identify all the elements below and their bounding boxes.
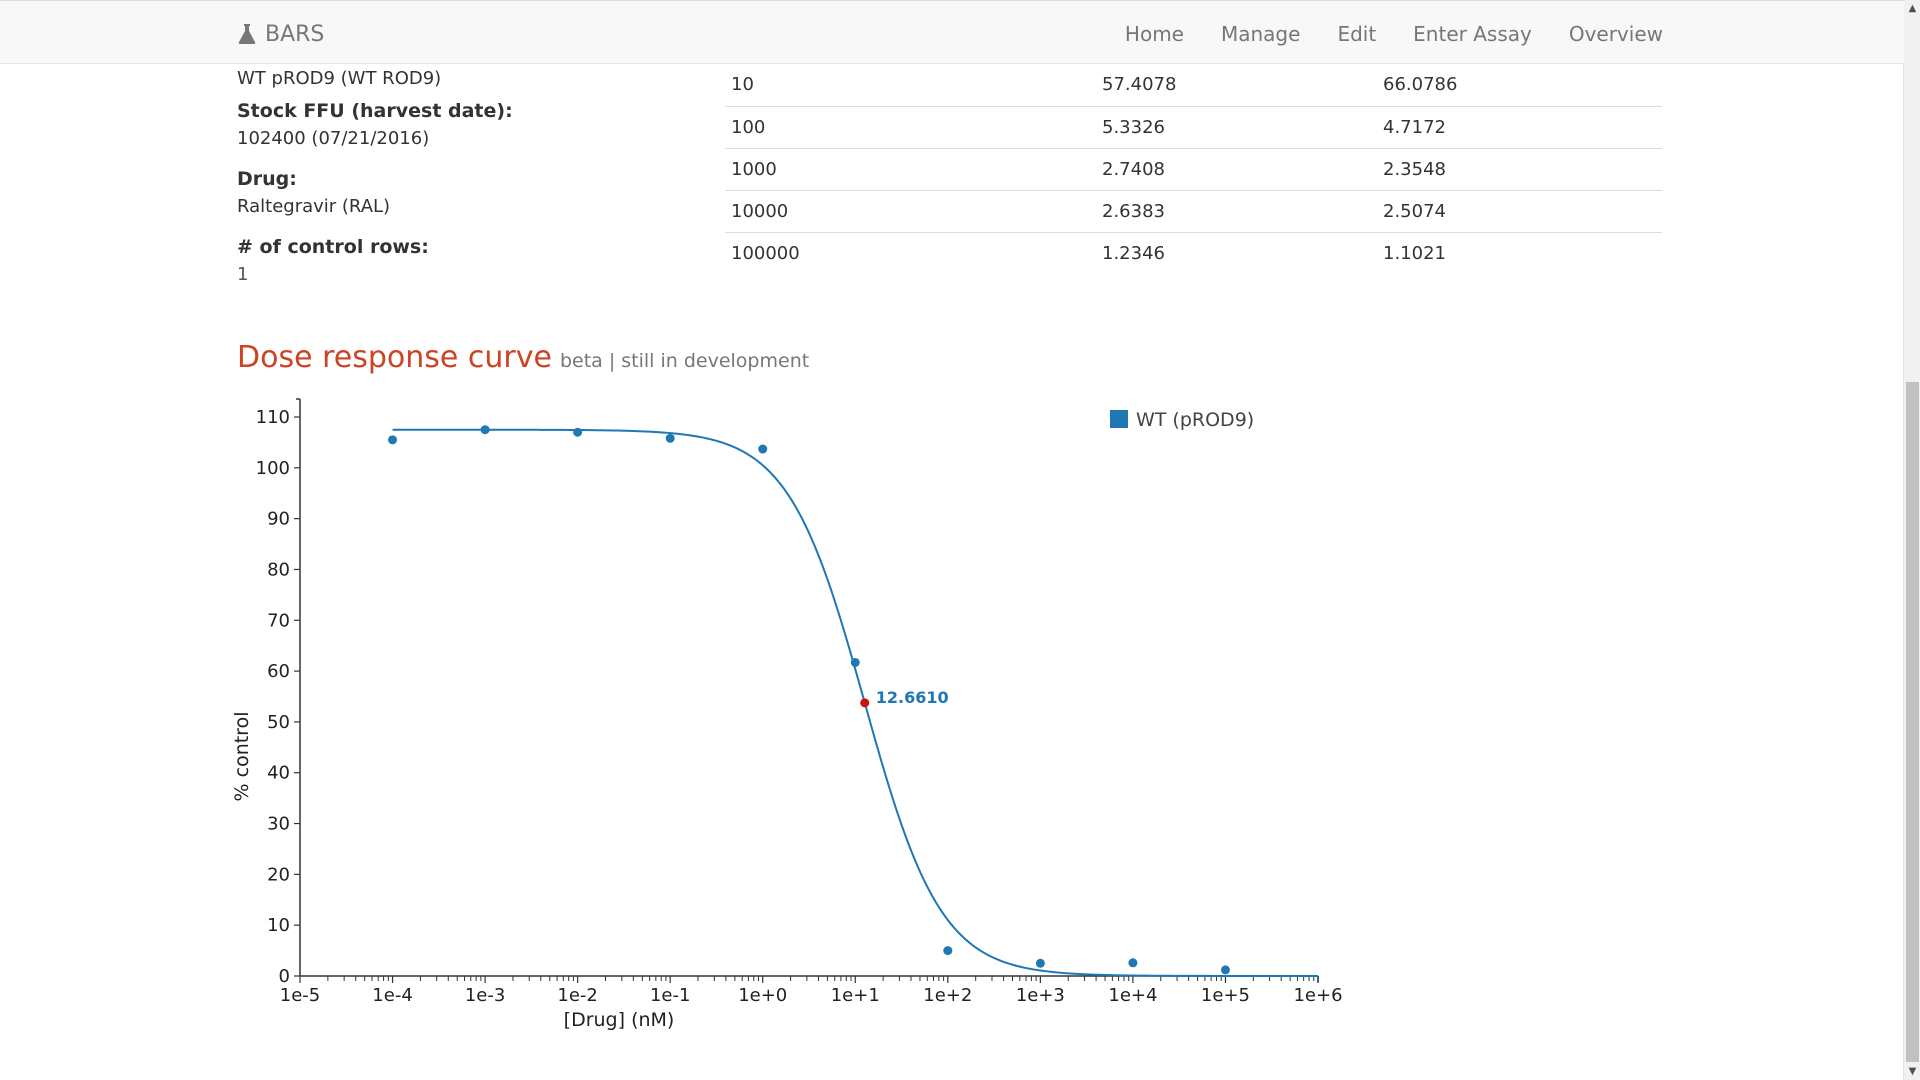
x-tick-label: 1e-5 [280, 985, 320, 1006]
x-tick-label: 1e-3 [465, 985, 505, 1006]
table-cell: 10 [731, 74, 754, 96]
scroll-up-icon[interactable]: ▲ [1904, 0, 1920, 17]
data-point [850, 657, 860, 667]
flask-icon [238, 24, 256, 44]
data-point [388, 435, 398, 445]
y-tick-label: 100 [256, 458, 290, 479]
x-tick-label: 1e+4 [1108, 985, 1157, 1006]
y-tick-label: 50 [267, 712, 290, 733]
scrollbar-thumb[interactable] [1906, 382, 1919, 1062]
x-tick-label: 1e-4 [372, 985, 412, 1006]
nav-overview-link[interactable]: Overview [1569, 22, 1663, 46]
data-point [1035, 958, 1045, 968]
x-tick-label: 1e+2 [923, 985, 972, 1006]
data-point [480, 425, 490, 435]
table-cell: 100000 [731, 242, 800, 264]
y-tick-label: 0 [279, 966, 290, 987]
table-cell: 1000 [731, 158, 777, 180]
y-tick-label: 70 [267, 610, 290, 631]
y-tick-label: 80 [267, 559, 290, 580]
table-row: 1000 2.7408 2.3548 [725, 148, 1662, 190]
data-point [573, 427, 583, 437]
main-nav: Home Manage Edit Enter Assay Overview [1088, 19, 1663, 49]
y-tick-label: 90 [267, 509, 290, 530]
drug-value: Raltegravir (RAL) [237, 196, 391, 217]
section-subtitle: beta | still in development [559, 350, 810, 372]
y-tick-label: 20 [267, 864, 290, 885]
page-scrollbar[interactable]: ▲ ▼ [1903, 0, 1920, 1080]
data-point [758, 444, 768, 454]
y-tick-label: 60 [267, 661, 290, 682]
x-tick-label: 1e+5 [1201, 985, 1250, 1006]
data-point [665, 433, 675, 443]
section-header: Dose response curve beta | still in deve… [237, 340, 809, 375]
ic50-label: 12.6610 [876, 688, 949, 707]
results-table: 10 57.4078 66.0786 100 5.3326 4.7172 100… [725, 64, 1662, 274]
table-cell: 2.3548 [1383, 158, 1446, 180]
table-cell: 5.3326 [1102, 116, 1165, 138]
dose-response-chart: 0 10 20 30 40 50 60 70 80 90 100 110 1e-5 1e-4 1e-3 1e-… [231, 398, 1343, 1031]
table-row: 10 57.4078 66.0786 [725, 64, 1662, 106]
stock-value: 102400 (07/21/2016) [237, 128, 430, 149]
table-row: 100 5.3326 4.7172 [725, 106, 1662, 148]
x-tick-label: 1e-1 [650, 985, 690, 1006]
y-tick-label: 10 [267, 915, 290, 936]
nav-manage-link[interactable]: Manage [1221, 22, 1300, 46]
legend-label: WT (pROD9) [1136, 409, 1254, 431]
x-tick-label: 1e+0 [738, 985, 787, 1006]
table-cell: 2.5074 [1383, 200, 1446, 222]
data-point [1220, 965, 1230, 975]
nav-enter-assay-link[interactable]: Enter Assay [1413, 22, 1532, 46]
table-cell: 10000 [731, 200, 789, 222]
y-axis-label: % control [231, 712, 253, 802]
table-cell: 100 [731, 116, 766, 138]
data-point [1128, 958, 1138, 968]
table-cell: 1.1021 [1383, 242, 1446, 264]
fit-curve-line [392, 428, 1318, 977]
y-tick-label: 110 [256, 407, 290, 428]
x-axis-label: [Drug] (nM) [564, 1009, 675, 1031]
ic50-point [860, 698, 870, 708]
virus-value: WT pROD9 (WT ROD9) [237, 68, 442, 89]
table-cell: 66.0786 [1383, 74, 1458, 96]
x-tick-label: 1e+1 [831, 985, 880, 1006]
nav-edit-link[interactable]: Edit [1337, 22, 1376, 46]
x-tick-label: 1e-2 [557, 985, 597, 1006]
control-rows-value: 1 [237, 264, 249, 285]
legend-swatch [1110, 410, 1128, 428]
brand-label: BARS [265, 21, 325, 47]
section-title: Dose response curve [237, 340, 552, 375]
x-tick-label: 1e+6 [1293, 985, 1342, 1006]
nav-home-link[interactable]: Home [1125, 22, 1184, 46]
scroll-down-icon[interactable]: ▼ [1904, 1063, 1920, 1080]
stock-label: Stock FFU (harvest date): [237, 100, 513, 122]
table-row: 10000 2.6383 2.5074 [725, 190, 1662, 232]
y-tick-label: 30 [267, 814, 290, 835]
table-cell: 57.4078 [1102, 74, 1177, 96]
table-cell: 2.6383 [1102, 200, 1165, 222]
table-row: 100000 1.2346 1.1021 [725, 232, 1662, 274]
table-cell: 1.2346 [1102, 242, 1165, 264]
control-rows-label: # of control rows: [237, 236, 429, 258]
table-cell: 4.7172 [1383, 116, 1446, 138]
data-point [943, 946, 953, 956]
brand-link[interactable]: BARS [237, 19, 324, 49]
table-cell: 2.7408 [1102, 158, 1165, 180]
assay-info: WT pROD9 (WT ROD9) Stock FFU (harvest da… [237, 64, 697, 288]
x-tick-label: 1e+3 [1016, 985, 1065, 1006]
y-tick-label: 40 [267, 763, 290, 784]
navbar: BARS Home Manage Edit Enter Assay Overvi… [0, 0, 1904, 64]
drug-label: Drug: [237, 168, 297, 190]
